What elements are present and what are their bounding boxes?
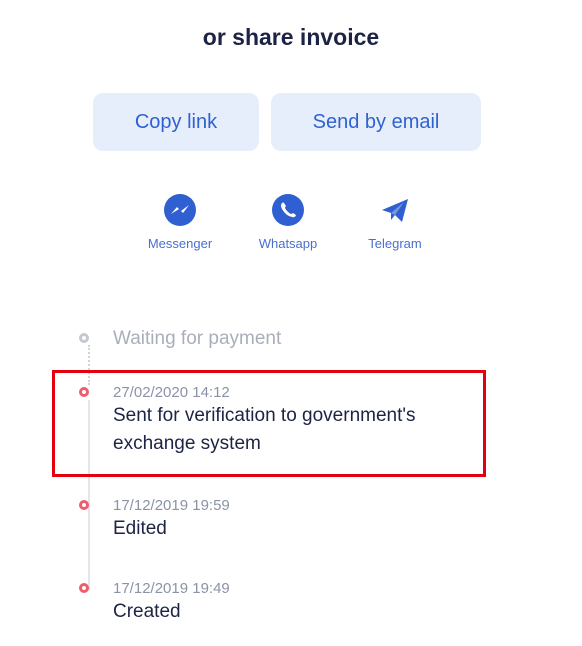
- share-messenger[interactable]: Messenger: [140, 192, 220, 251]
- share-label-whatsapp: Whatsapp: [258, 236, 318, 251]
- timeline-dot-pending: [79, 333, 89, 343]
- share-label-telegram: Telegram: [368, 236, 422, 251]
- timeline-status: Edited: [113, 518, 167, 539]
- telegram-icon: [355, 192, 435, 228]
- page-title: or share invoice: [202, 24, 380, 50]
- highlight-box: [52, 370, 486, 477]
- timeline-status: Waiting for payment: [113, 328, 282, 349]
- timeline-time: 17/12/2019 19:49: [113, 580, 230, 597]
- send-by-email-button[interactable]: Send by email: [271, 93, 481, 151]
- messenger-icon: [140, 192, 220, 228]
- timeline-time: 17/12/2019 19:59: [113, 497, 230, 514]
- share-label-messenger: Messenger: [147, 236, 213, 251]
- share-telegram[interactable]: Telegram: [355, 192, 435, 251]
- copy-link-button[interactable]: Copy link: [93, 93, 259, 151]
- timeline-dot: [79, 583, 89, 593]
- whatsapp-icon: [248, 192, 328, 228]
- share-whatsapp[interactable]: Whatsapp: [248, 192, 328, 251]
- timeline-status: Created: [113, 601, 181, 622]
- timeline-dot: [79, 500, 89, 510]
